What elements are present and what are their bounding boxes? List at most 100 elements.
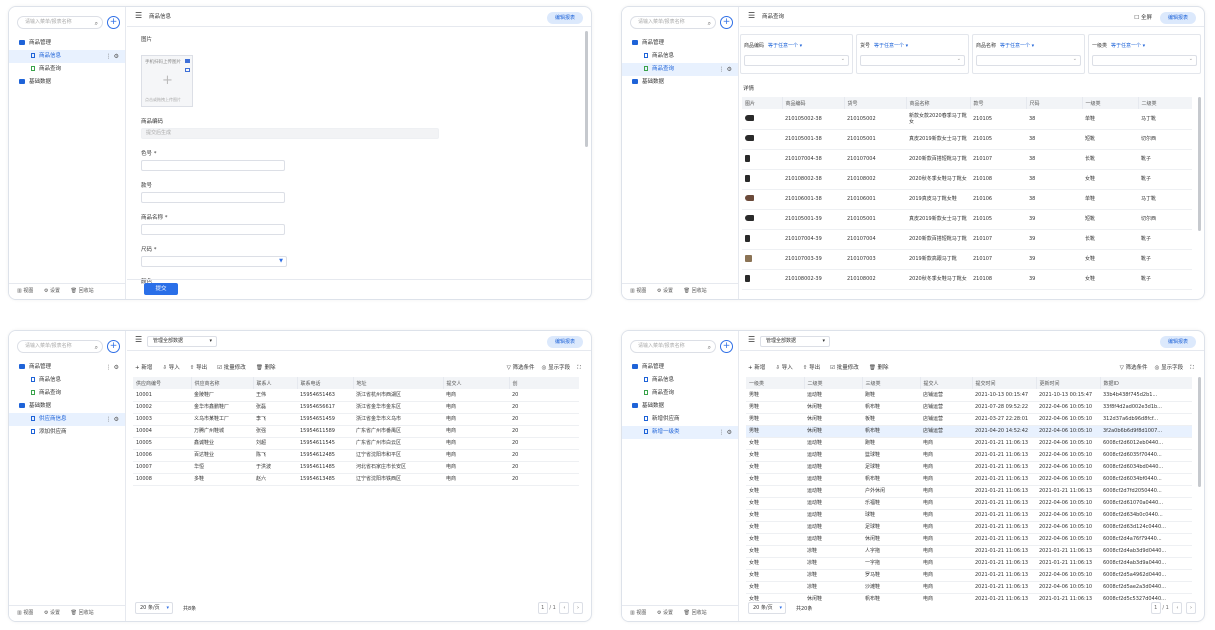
sidebar-item[interactable]: 商品信息 (9, 374, 125, 387)
table-row[interactable]: 女鞋 凉鞋 罗马鞋 电商 2021-01-21 11:06:13 2022-04-06 1… (746, 569, 1192, 582)
column-header[interactable]: 创 (509, 377, 579, 389)
filter-operator[interactable]: 等于任意一个 ▾ (1111, 43, 1145, 49)
sidebar-item[interactable]: 基础数据 (622, 76, 738, 89)
submit-button[interactable]: 提交 (144, 283, 178, 295)
edit-report-button[interactable]: 编辑报表 (546, 12, 583, 24)
column-header[interactable]: 联系人 (253, 377, 298, 389)
table-row[interactable]: 210105001-39 210105001 真皮2019新款女士马丁靴 210105… (742, 209, 1192, 230)
item-more-icon[interactable]: ⋮ ⚙ (719, 426, 732, 439)
column-header[interactable]: 数据ID (1100, 377, 1192, 389)
sidebar-item[interactable]: 商品查询 (9, 387, 125, 400)
footer-recycle[interactable]: 🗑 回收站 (684, 288, 707, 294)
filter-select[interactable]: ⌄ (976, 55, 1081, 66)
table-row[interactable]: 男鞋 休闲鞋 帆布鞋 店铺运营 2021-07-28 09:52:22 2022-04-0… (746, 401, 1192, 414)
prev-page-button[interactable]: ‹ (1172, 602, 1183, 614)
sidebar-item[interactable]: 商品管理 (622, 361, 738, 374)
footer-view[interactable]: ▥ 视图 (630, 610, 646, 616)
table-row[interactable]: 女鞋 运动鞋 乐福鞋 电商 2021-01-21 11:06:13 2022-04-06 … (746, 497, 1192, 510)
expand-icon[interactable]: ⛶ (1190, 365, 1194, 371)
toolbar-plus-button[interactable]: + 新增 (748, 365, 765, 371)
column-header[interactable]: 货号 (844, 97, 907, 109)
edit-report-button[interactable]: 编辑报表 (1159, 336, 1196, 348)
table-row[interactable]: 10002 金华市鑫鹏鞋厂 张磊 15954656617 浙江省金华市金东区 电商 20 (133, 401, 579, 414)
column-header[interactable]: 图片 (742, 97, 783, 109)
edit-report-button[interactable]: 编辑报表 (546, 336, 583, 348)
add-menu-button[interactable]: + (720, 16, 733, 29)
footer-view[interactable]: ▥ 视图 (630, 288, 646, 294)
menu-search-input[interactable]: 请输入菜单/报表名称 ⌕ (17, 340, 103, 353)
menu-icon[interactable]: ☰ (748, 335, 755, 344)
sidebar-item[interactable]: 基础数据 (9, 76, 125, 89)
column-header[interactable]: 联系电话 (297, 377, 354, 389)
footer-settings[interactable]: ⚙ 设置 (657, 288, 673, 294)
table-row[interactable]: 10006 百达鞋业 陈飞 15954612485 辽宁省沈阳市和平区 电商 20 (133, 449, 579, 462)
table-row[interactable]: 女鞋 运动鞋 跑鞋 电商 2021-01-21 11:06:13 2022-04-06 1… (746, 437, 1192, 450)
sidebar-item[interactable]: 新增一级类 ⋮ ⚙ (622, 426, 738, 439)
table-row[interactable]: 女鞋 凉鞋 人字拖 电商 2021-01-21 11:06:13 2021-01-21 1… (746, 545, 1192, 558)
item-more-icon[interactable]: ⋮ ⚙ (106, 50, 119, 63)
page-input[interactable]: 1 (537, 602, 548, 614)
display-fields-button[interactable]: ◎ 显示字段 (1155, 365, 1184, 371)
footer-recycle[interactable]: 🗑 回收站 (71, 288, 94, 294)
filter-operator[interactable]: 等于任意一个 ▾ (1000, 43, 1034, 49)
sidebar-item[interactable]: 商品管理 (622, 37, 738, 50)
table-row[interactable]: 210108002-39 210108002 2020秋冬季女鞋马丁靴女 210108… (742, 269, 1192, 290)
footer-settings[interactable]: ⚙ 设置 (44, 610, 60, 616)
table-row[interactable]: 210108002-38 210108002 2020秋冬季女鞋马丁靴女 210108… (742, 169, 1192, 190)
table-row[interactable]: 女鞋 运动鞋 足球鞋 电商 2021-01-21 11:06:13 2022-04-06 … (746, 461, 1192, 474)
table-row[interactable]: 男鞋 运动鞋 跑鞋 店铺运营 2021-10-13 00:15:47 2021-10-13… (746, 389, 1192, 402)
footer-recycle[interactable]: 🗑 回收站 (684, 610, 707, 616)
sidebar-item[interactable]: 商品查询 ⋮ ⚙ (622, 63, 738, 76)
sidebar-item[interactable]: 新增供应商 (622, 413, 738, 426)
sidebar-item[interactable]: 供应商信息 ⋮ ⚙ (9, 413, 125, 426)
column-header[interactable]: 商品编码 (782, 97, 845, 109)
sidebar-item[interactable]: 基础数据 (9, 400, 125, 413)
footer-settings[interactable]: ⚙ 设置 (657, 610, 673, 616)
next-page-button[interactable]: › (573, 602, 583, 614)
filter-select[interactable]: ⌄ (744, 55, 849, 66)
table-row[interactable]: 210105001-38 210105001 真皮2019新款女士马丁靴 210105… (742, 129, 1192, 150)
table-row[interactable]: 210107004-39 210107004 2020新款百搭短靴马丁靴 210107… (742, 229, 1192, 250)
column-header[interactable]: 二级类 (804, 377, 863, 389)
add-menu-button[interactable]: + (107, 16, 120, 29)
column-header[interactable]: 三级类 (862, 377, 921, 389)
table-row[interactable]: 210105002-38 210105002 新款女款2020春季马丁靴女 21010… (742, 109, 1192, 130)
item-more-icon[interactable]: ⋮ ⚙ (106, 361, 119, 374)
search-icon[interactable]: ⌕ (708, 342, 711, 353)
sidebar-item[interactable]: 商品信息 ⋮ ⚙ (9, 50, 125, 63)
table-row[interactable]: 女鞋 运动鞋 休闲鞋 电商 2021-01-21 11:06:13 2022-04-06 … (746, 533, 1192, 546)
table-row[interactable]: 10004 万腾广州鞋城 张强 15954611589 广东省广州市番禺区 电商 20 (133, 425, 579, 438)
page-size-select[interactable]: 20 条/页 ▾ (748, 602, 786, 614)
filter-conditions-button[interactable]: ▽ 筛选条件 (1120, 365, 1148, 371)
name-field[interactable] (141, 224, 285, 235)
next-page-button[interactable]: › (1186, 602, 1196, 614)
table-row[interactable]: 女鞋 休闲鞋 帆布鞋 电商 2021-01-21 11:06:13 2021-01-21 … (746, 593, 1192, 601)
menu-search-input[interactable]: 请输入菜单/报表名称 ⌕ (630, 340, 716, 353)
menu-icon[interactable]: ☰ (748, 11, 755, 20)
table-row[interactable]: 女鞋 运动鞋 帆布鞋 电商 2021-01-21 11:06:13 2022-04-06 … (746, 473, 1192, 486)
sidebar-item[interactable]: 添加供应商 (9, 426, 125, 439)
view-select[interactable]: 管理全部数据 ▾ (147, 336, 217, 347)
footer-view[interactable]: ▥ 视图 (17, 288, 33, 294)
add-menu-button[interactable]: + (107, 340, 120, 353)
column-header[interactable]: 尺码 (1026, 97, 1083, 109)
column-header[interactable]: 款号 (970, 97, 1027, 109)
toolbar-import-button[interactable]: ⇩ 导入 (775, 365, 792, 371)
table-row[interactable]: 10008 多鞋 赵六 15954613485 辽宁省沈阳市铁西区 电商 20 (133, 473, 579, 486)
table-row[interactable]: 210107004-38 210107004 2020新款百搭短靴马丁靴 210107… (742, 149, 1192, 170)
table-row[interactable]: 男鞋 休闲鞋 板鞋 店铺运营 2021-03-27 22:28:01 2022-04-06… (746, 413, 1192, 426)
column-header[interactable]: 一级类 (1082, 97, 1139, 109)
column-header[interactable]: 提交人 (443, 377, 510, 389)
menu-icon[interactable]: ☰ (135, 335, 142, 344)
column-header[interactable]: 供应商编号 (133, 377, 192, 389)
filter-operator[interactable]: 等于任意一个 ▾ (874, 43, 908, 49)
table-row[interactable]: 女鞋 凉鞋 沙滩鞋 电商 2021-01-21 11:06:13 2022-04-06 1… (746, 581, 1192, 594)
table-row[interactable]: 女鞋 运动鞋 篮球鞋 电商 2021-01-21 11:06:13 2022-04-06 … (746, 449, 1192, 462)
sidebar-item[interactable]: 基础数据 (622, 400, 738, 413)
toolbar-plus-button[interactable]: + 新增 (135, 365, 152, 371)
table-row[interactable]: 女鞋 运动鞋 球鞋 电商 2021-01-21 11:06:13 2022-04-06 1… (746, 509, 1192, 522)
toolbar-delete-button[interactable]: 🗑 删除 (256, 365, 276, 371)
table-row[interactable]: 210107003-39 210107003 2019新款高跟马丁靴 210107 39… (742, 249, 1192, 270)
table-row[interactable]: 210106001-38 210106001 2019真皮马丁靴女鞋 210106 38… (742, 189, 1192, 210)
sidebar-item[interactable]: 商品查询 (622, 387, 738, 400)
